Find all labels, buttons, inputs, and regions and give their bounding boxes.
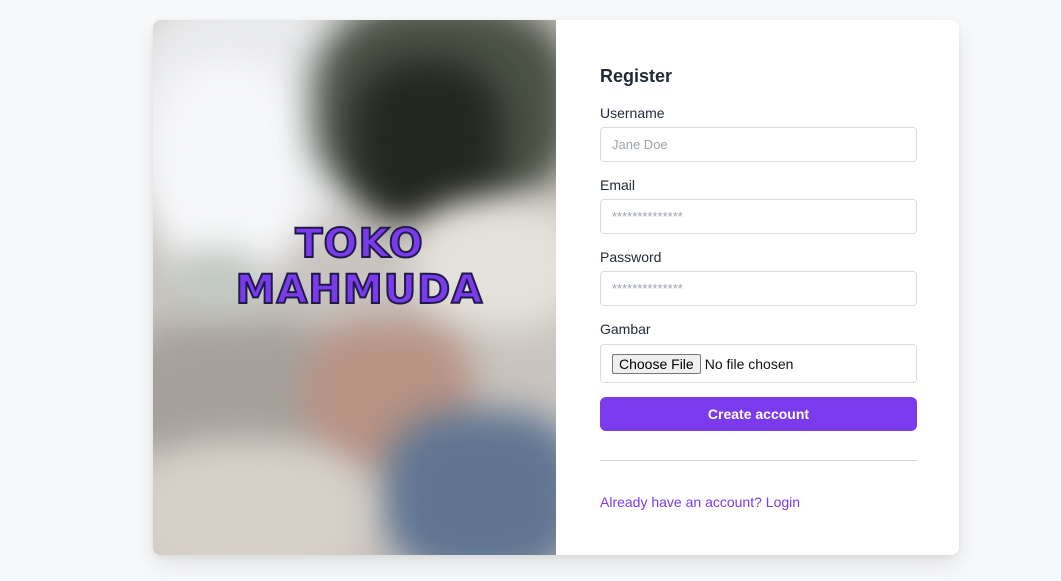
image-file-input: Choose File No file chosen: [600, 344, 917, 383]
register-card: TOKO MAHMUDA Register Username Email Pas…: [153, 20, 959, 555]
password-input[interactable]: [600, 271, 917, 306]
email-input[interactable]: [600, 199, 917, 234]
login-link[interactable]: Already have an account? Login: [600, 494, 800, 510]
file-status-text: No file chosen: [704, 355, 794, 372]
username-label: Username: [600, 105, 665, 121]
create-account-button[interactable]: Create account: [600, 397, 917, 431]
image-label: Gambar: [600, 321, 651, 337]
username-input[interactable]: [600, 127, 917, 162]
form-title: Register: [600, 66, 673, 86]
divider: [600, 460, 917, 461]
register-form: Register Username Email Password Gambar …: [556, 20, 959, 555]
email-label: Email: [600, 177, 636, 193]
brand-line-2: MAHMUDA: [235, 266, 484, 314]
choose-file-button[interactable]: Choose File: [612, 353, 701, 374]
password-label: Password: [600, 249, 662, 265]
brand-logo-text: TOKO MAHMUDA: [153, 220, 556, 314]
hero-image-panel: TOKO MAHMUDA: [153, 20, 556, 555]
brand-line-1: TOKO: [294, 220, 424, 268]
